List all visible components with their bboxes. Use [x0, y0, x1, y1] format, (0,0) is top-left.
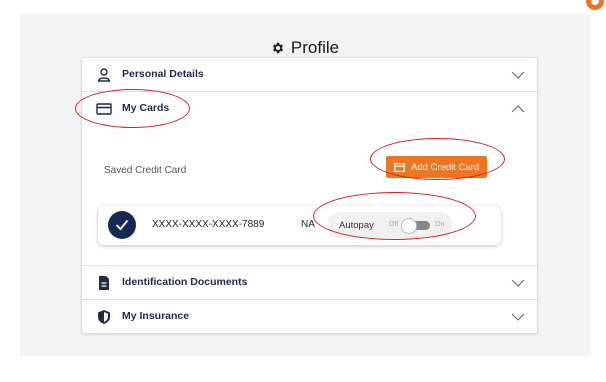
section-label: My Cards [122, 102, 170, 114]
person-icon [97, 68, 111, 82]
document-icon [99, 276, 109, 290]
shield-icon [98, 310, 110, 324]
credit-card-icon [96, 103, 112, 115]
checkmark-icon [115, 219, 129, 231]
autopay-label: Autopay [339, 220, 374, 231]
autopay-toggle-knob[interactable] [401, 218, 417, 234]
add-credit-card-label: Add Credit Card [410, 161, 480, 173]
toggle-on-label: On [435, 221, 445, 228]
autopay-control: Autopay Off On [327, 212, 452, 238]
section-label: My Insurance [122, 310, 190, 322]
card-status: NA [301, 219, 315, 230]
chevron-down-icon[interactable] [511, 310, 525, 324]
saved-card-item: XXXX-XXXX-XXXX-7889 NA Autopay Off On [98, 206, 501, 245]
chevron-up-icon[interactable] [511, 102, 525, 116]
saved-credit-card-label: Saved Credit Card [104, 165, 187, 176]
page-title: Profile [20, 38, 590, 58]
section-my-cards[interactable]: My Cards [82, 92, 537, 126]
section-my-insurance[interactable]: My Insurance [82, 300, 537, 333]
section-label: Identification Documents [122, 276, 248, 288]
card-selected-check[interactable] [108, 211, 136, 239]
gear-icon [272, 42, 283, 54]
toggle-off-label: Off [389, 221, 399, 228]
card-number: XXXX-XXXX-XXXX-7889 [152, 219, 265, 230]
chevron-down-icon[interactable] [511, 68, 525, 82]
add-credit-card-button[interactable]: Add Credit Card [386, 156, 487, 178]
page-title-text: Profile [290, 38, 340, 57]
chevron-down-icon[interactable] [511, 276, 525, 290]
section-label: Personal Details [122, 68, 204, 80]
section-personal-details[interactable]: Personal Details [82, 58, 537, 92]
profile-accordion: Personal Details My Cards Saved Credit C… [81, 57, 538, 334]
profile-panel: Profile Personal Details My Cards Saved … [20, 14, 590, 356]
section-identification-documents[interactable]: Identification Documents [82, 266, 537, 300]
my-cards-content: Saved Credit Card Add Credit Card XXXX-X… [82, 125, 537, 266]
corner-badge-icon [586, 0, 604, 10]
credit-card-icon [393, 162, 405, 172]
